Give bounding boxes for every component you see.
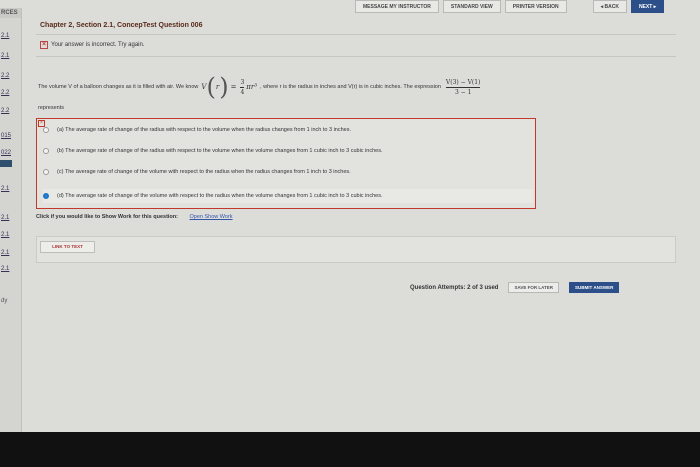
link-to-text-button[interactable]: LINK TO TEXT xyxy=(40,241,95,253)
radio-button[interactable] xyxy=(43,169,49,175)
standard-view-button[interactable]: STANDARD VIEW xyxy=(442,0,501,13)
show-work-prompt: Click if you would like to Show Work for… xyxy=(36,214,178,220)
question-title: Chapter 2, Section 2.1, ConcepTest Quest… xyxy=(40,22,203,29)
footer: Question Attempts: 2 of 3 used SAVE FOR … xyxy=(410,282,620,293)
feedback-text: Your answer is incorrect. Try again. xyxy=(51,42,145,48)
difference-quotient: V(3) − V(1) 3 − 1 xyxy=(444,79,483,96)
divider xyxy=(36,34,676,35)
expr-den: 3 − 1 xyxy=(454,88,472,96)
next-button[interactable]: NEXT ▸ xyxy=(630,0,665,13)
sidebar-item[interactable]: 2.2 xyxy=(1,90,9,96)
sidebar-item[interactable]: 2.1 xyxy=(1,232,9,238)
open-show-work-link[interactable]: Open Show Work xyxy=(190,214,233,220)
sidebar-item[interactable]: 2.2 xyxy=(1,73,9,79)
right-paren-icon: ) xyxy=(219,73,229,101)
radio-button-selected[interactable] xyxy=(43,193,49,199)
choice-label: (c) The average rate of change of the vo… xyxy=(57,169,351,175)
formula-rest: πr³ xyxy=(246,83,258,91)
submit-answer-button[interactable]: SUBMIT ANSWER xyxy=(569,282,620,293)
formula-fraction: 3 4 xyxy=(240,78,245,96)
radio-button[interactable] xyxy=(43,127,49,133)
choice-c[interactable]: (c) The average rate of change of the vo… xyxy=(43,165,533,179)
question-text-part1: The volume V of a balloon changes as it … xyxy=(38,84,199,90)
sidebar-selected-marker xyxy=(0,160,12,167)
sidebar-bottom-label: dy xyxy=(1,298,8,304)
question-text-part2: , where r is the radius in inches and V(… xyxy=(260,84,441,90)
fraction-bar xyxy=(445,86,481,88)
choice-label: (d) The average rate of change of the vo… xyxy=(57,193,383,199)
represents-text: represents xyxy=(38,105,64,111)
sidebar-item[interactable]: 2.1 xyxy=(1,250,9,256)
sidebar-item[interactable]: 2.1 xyxy=(1,186,9,192)
radio-button[interactable] xyxy=(43,148,49,154)
choice-d[interactable]: (d) The average rate of change of the vo… xyxy=(43,189,533,203)
top-nav: MESSAGE MY INSTRUCTOR STANDARD VIEW PRIN… xyxy=(355,0,665,14)
formula-den: 4 xyxy=(240,88,245,96)
expr-num: V(3) − V(1) xyxy=(445,78,481,86)
feedback-message: × Your answer is incorrect. Try again. xyxy=(40,41,145,49)
sidebar-item[interactable]: 022 xyxy=(1,150,11,156)
sidebar-item[interactable]: 2.1 xyxy=(1,53,9,59)
choice-label: (a) The average rate of change of the ra… xyxy=(57,127,352,133)
expr-fraction: V(3) − V(1) 3 − 1 xyxy=(445,78,481,96)
message-instructor-button[interactable]: MESSAGE MY INSTRUCTOR xyxy=(355,0,439,13)
formula-eq: = xyxy=(230,83,237,91)
sidebar-item[interactable]: 2.2 xyxy=(1,108,9,114)
screen: MESSAGE MY INSTRUCTOR STANDARD VIEW PRIN… xyxy=(0,0,700,432)
left-paren-icon: ( xyxy=(206,73,216,101)
volume-formula: V ( r ) = 3 4 πr³ xyxy=(201,73,258,101)
save-for-later-button[interactable]: SAVE FOR LATER xyxy=(508,282,560,293)
sidebar-header: RCES xyxy=(0,8,21,18)
link-to-text-box: LINK TO TEXT xyxy=(36,236,676,263)
question-text: The volume V of a balloon changes as it … xyxy=(38,73,668,101)
sidebar: RCES 2.1 2.1 2.2 2.2 2.2 015 022 2.1 2.1… xyxy=(0,8,22,432)
divider xyxy=(36,56,676,57)
sidebar-item[interactable]: 2.1 xyxy=(1,215,9,221)
answer-choices: × (a) The average rate of change of the … xyxy=(36,118,536,209)
show-work-row: Click if you would like to Show Work for… xyxy=(36,214,233,220)
sidebar-item[interactable]: 2.1 xyxy=(1,33,9,39)
choice-a[interactable]: (a) The average rate of change of the ra… xyxy=(43,123,533,137)
question-panel: Chapter 2, Section 2.1, ConcepTest Quest… xyxy=(30,14,678,432)
printer-version-button[interactable]: PRINTER VERSION xyxy=(504,0,567,13)
attempts-text: Question Attempts: 2 of 3 used xyxy=(410,284,499,291)
formula-num: 3 xyxy=(240,78,245,86)
incorrect-icon: × xyxy=(40,41,48,49)
sidebar-item[interactable]: 015 xyxy=(1,133,11,139)
choice-b[interactable]: (b) The average rate of change of the ra… xyxy=(43,144,533,158)
choice-label: (b) The average rate of change of the ra… xyxy=(57,148,383,154)
back-button[interactable]: ◂ BACK xyxy=(592,0,627,13)
monitor-bezel xyxy=(0,432,700,467)
fraction-bar xyxy=(240,86,245,88)
sidebar-item[interactable]: 2.1 xyxy=(1,266,9,272)
